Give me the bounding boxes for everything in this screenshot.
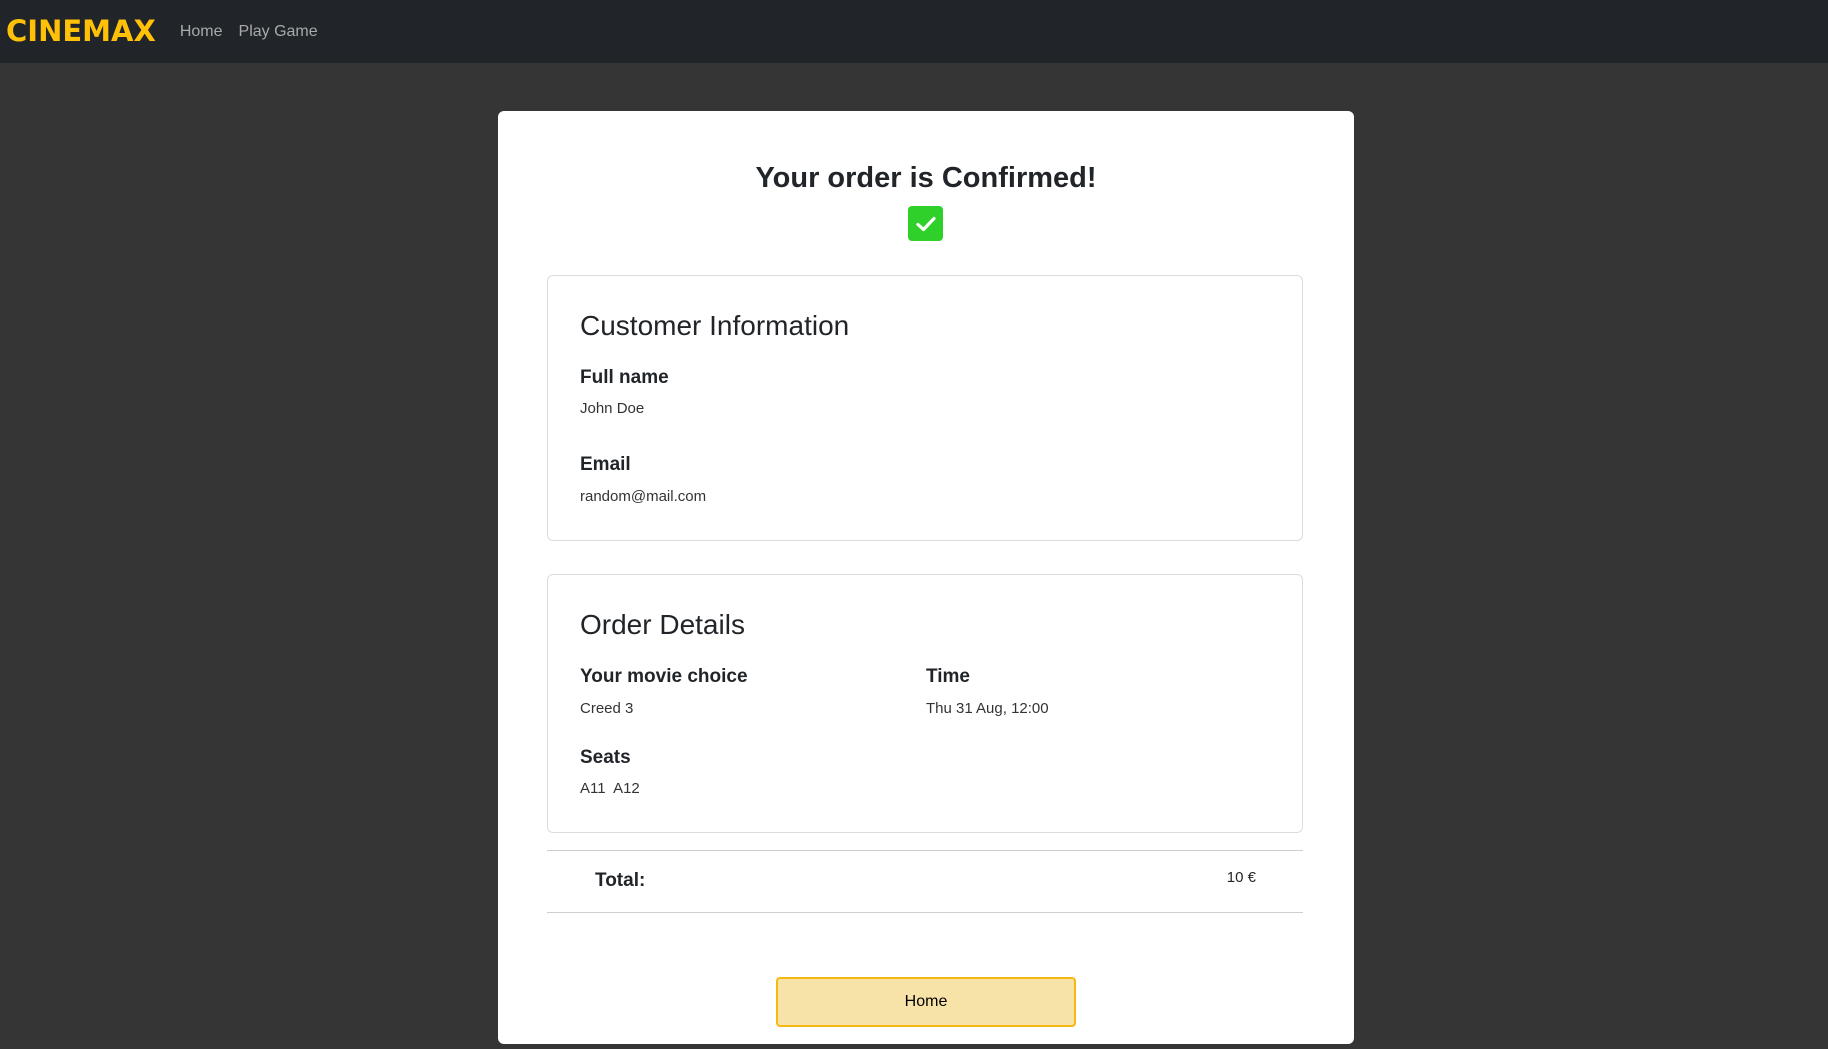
full-name-label: Full name bbox=[580, 367, 669, 388]
order-details-heading: Order Details bbox=[580, 609, 745, 640]
home-button[interactable]: Home bbox=[776, 977, 1076, 1027]
customer-information-section: Customer Information Full name John Doe … bbox=[547, 275, 1303, 541]
seats-value: A11 A12 bbox=[580, 780, 640, 797]
time-label: Time bbox=[926, 666, 971, 687]
total-divider-top bbox=[547, 850, 1303, 851]
total-label: Total: bbox=[595, 870, 646, 891]
nav-links: Home Play Game bbox=[180, 23, 334, 41]
email-value: random@mail.com bbox=[580, 488, 707, 505]
confirmation-card: Your order is Confirmed! Customer Inform… bbox=[498, 111, 1354, 1044]
time-value: Thu 31 Aug, 12:00 bbox=[926, 700, 1049, 717]
total-value: 10 € bbox=[1226, 869, 1256, 886]
nav-link-home[interactable]: Home bbox=[180, 23, 223, 41]
order-details-section: Order Details Your movie choice Creed 3 … bbox=[547, 574, 1303, 833]
total-divider-bottom bbox=[547, 912, 1303, 913]
navbar: CINEMAX Home Play Game bbox=[0, 0, 1828, 63]
movie-choice-value: Creed 3 bbox=[580, 700, 634, 717]
page-title: Your order is Confirmed! bbox=[755, 162, 1097, 194]
seats-label: Seats bbox=[580, 747, 631, 768]
movie-choice-label: Your movie choice bbox=[580, 666, 748, 687]
full-name-value: John Doe bbox=[580, 400, 645, 417]
customer-information-heading: Customer Information bbox=[580, 310, 850, 341]
email-label: Email bbox=[580, 454, 631, 475]
nav-link-play-game[interactable]: Play Game bbox=[239, 23, 318, 41]
check-icon bbox=[908, 206, 943, 241]
brand-logo[interactable]: CINEMAX bbox=[6, 17, 156, 46]
